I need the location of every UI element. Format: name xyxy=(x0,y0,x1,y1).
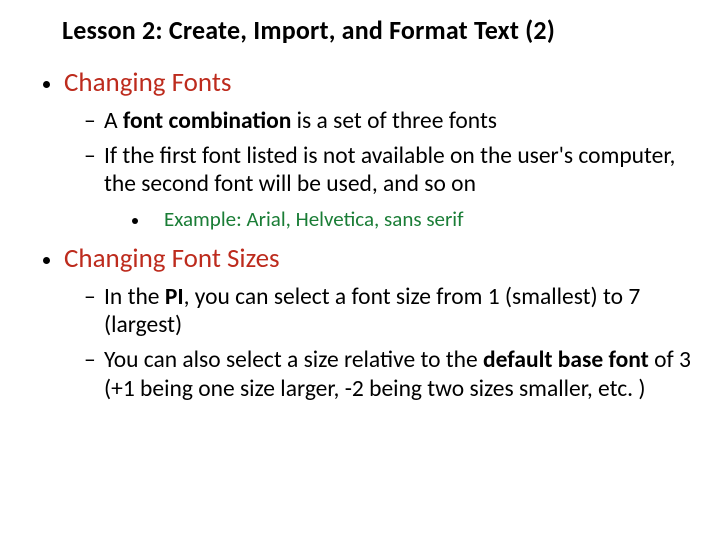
sub-bullet: You can also select a size relative to t… xyxy=(84,346,696,403)
bullet-list-level1: Changing Fonts A font combination is a s… xyxy=(24,66,696,403)
sub-bullet: A font combination is a set of three fon… xyxy=(84,107,696,136)
slide-title: Lesson 2: Create, Import, and Format Tex… xyxy=(62,14,696,46)
text-run: You can also select a size relative to t… xyxy=(104,346,483,374)
section-heading: Changing Font Sizes xyxy=(64,242,280,275)
section-heading: Changing Fonts xyxy=(64,66,231,99)
example-text: Example: Arial, Helvetica, sans serif xyxy=(164,206,464,232)
text-run: A xyxy=(104,107,123,135)
sub-bullet: In the PI, you can select a font size fr… xyxy=(84,283,696,340)
slide: Lesson 2: Create, Import, and Format Tex… xyxy=(0,0,720,540)
text-run-bold: default base font xyxy=(483,346,649,374)
bullet-list-level3: Example: Arial, Helvetica, sans serif xyxy=(104,205,696,234)
text-run: is a set of three fonts xyxy=(291,107,497,135)
section-changing-font-sizes: Changing Font Sizes In the PI, you can s… xyxy=(64,242,696,404)
text-run-bold: font combination xyxy=(123,107,291,135)
text-run-bold: PI xyxy=(165,283,184,311)
example-bullet: Example: Arial, Helvetica, sans serif xyxy=(150,205,696,234)
bullet-list-level2: In the PI, you can select a font size fr… xyxy=(64,283,696,404)
text-run: , you can select a font size from 1 (sma… xyxy=(104,283,640,340)
text-run: In the xyxy=(104,283,165,311)
sub-bullet: If the first font listed is not availabl… xyxy=(84,142,696,234)
section-changing-fonts: Changing Fonts A font combination is a s… xyxy=(64,66,696,234)
text-run: If the first font listed is not availabl… xyxy=(104,142,675,199)
bullet-list-level2: A font combination is a set of three fon… xyxy=(64,107,696,234)
